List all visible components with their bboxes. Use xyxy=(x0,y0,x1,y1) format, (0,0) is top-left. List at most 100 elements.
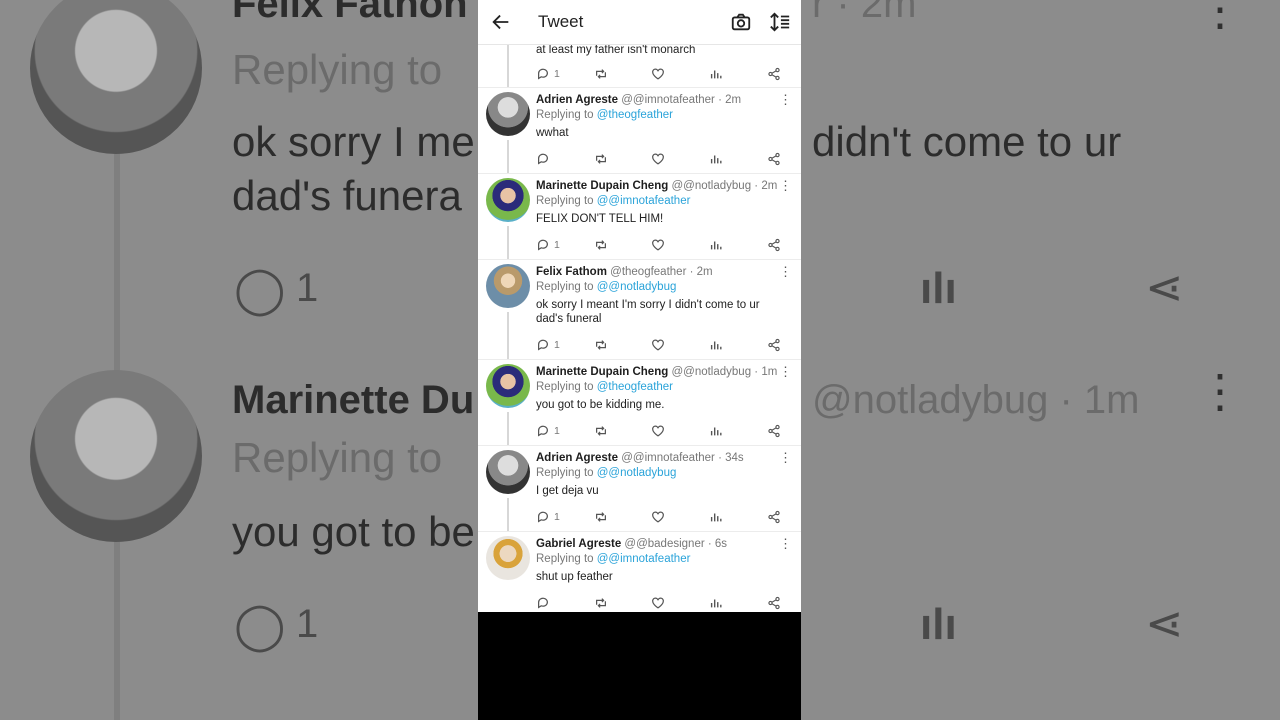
author-handle[interactable]: @@badesigner xyxy=(624,538,704,550)
tweet-1[interactable]: Adrien Agreste @@imnotafeather · 2m Repl… xyxy=(478,88,801,174)
reply-button[interactable]: 1 xyxy=(536,237,560,253)
share-button[interactable] xyxy=(767,509,781,525)
mention-link[interactable]: @@imnotafeather xyxy=(597,195,691,207)
sort-icon[interactable] xyxy=(768,11,792,33)
share-button[interactable] xyxy=(767,423,781,439)
author-name[interactable]: Marinette Dupain Cheng xyxy=(536,180,668,192)
retweet-icon xyxy=(596,426,606,436)
retweet-button[interactable] xyxy=(594,66,608,82)
more-options-icon[interactable]: ⋮ xyxy=(779,265,792,279)
author-handle[interactable]: @theogfeather xyxy=(610,266,686,278)
tweet-actions: 1 xyxy=(536,237,786,253)
partial-tweet[interactable]: at least my father isn't monarch 1 xyxy=(478,44,801,88)
tweet-5[interactable]: Adrien Agreste @@imnotafeather · 34s Rep… xyxy=(478,446,801,532)
share-button[interactable] xyxy=(767,66,781,82)
replying-to: Replying to @theogfeather xyxy=(536,380,787,394)
author-handle[interactable]: @@imnotafeather xyxy=(621,452,715,464)
share-icon xyxy=(768,596,780,610)
author-name[interactable]: Adrien Agreste xyxy=(536,452,618,464)
bg-name: Felix Fathon xyxy=(232,0,468,26)
share-icon xyxy=(768,152,780,166)
reply-button[interactable]: 1 xyxy=(536,423,560,439)
more-options-icon[interactable]: ⋮ xyxy=(779,93,792,107)
reply-button[interactable]: 1 xyxy=(536,509,560,525)
avatar[interactable] xyxy=(486,364,530,408)
stats-button[interactable] xyxy=(709,151,723,167)
avatar[interactable] xyxy=(486,92,530,136)
tweet-header: Marinette Dupain Cheng @@notladybug · 2m xyxy=(536,179,787,193)
mention-link[interactable]: @@imnotafeather xyxy=(597,553,691,565)
avatar[interactable] xyxy=(486,450,530,494)
stats-button[interactable] xyxy=(709,595,723,611)
heart-icon xyxy=(652,339,664,351)
stats-button[interactable] xyxy=(709,237,723,253)
page-title: Tweet xyxy=(538,12,584,31)
reply-button[interactable] xyxy=(536,151,554,167)
author-handle[interactable]: @@imnotafeather xyxy=(621,94,715,106)
like-button[interactable] xyxy=(651,509,665,525)
avatar[interactable] xyxy=(486,178,530,222)
mention-link[interactable]: @@notladybug xyxy=(597,467,677,479)
camera-icon[interactable] xyxy=(730,11,752,33)
bg-count: 1 xyxy=(296,602,319,646)
share-icon xyxy=(768,67,780,81)
tweet-6[interactable]: Gabriel Agreste @@badesigner · 6s Replyi… xyxy=(478,532,801,612)
author-handle[interactable]: @@notladybug xyxy=(671,180,751,192)
avatar[interactable] xyxy=(486,264,530,308)
reply-button[interactable]: 1 xyxy=(536,337,560,353)
like-button[interactable] xyxy=(651,423,665,439)
stats-button[interactable] xyxy=(709,66,723,82)
more-options-icon[interactable]: ⋮ xyxy=(779,537,792,551)
author-handle[interactable]: @@notladybug xyxy=(671,366,751,378)
reply-count: 1 xyxy=(554,239,560,251)
bg-stats-icon: ılı xyxy=(920,264,957,313)
like-button[interactable] xyxy=(651,237,665,253)
tweet-3[interactable]: Felix Fathom @theogfeather · 2m Replying… xyxy=(478,260,801,360)
author-name[interactable]: Marinette Dupain Cheng xyxy=(536,366,668,378)
share-button[interactable] xyxy=(767,337,781,353)
stats-button[interactable] xyxy=(709,337,723,353)
retweet-button[interactable] xyxy=(594,423,608,439)
more-options-icon[interactable]: ⋮ xyxy=(779,365,792,379)
mention-link[interactable]: @@notladybug xyxy=(597,281,677,293)
author-name[interactable]: Adrien Agreste xyxy=(536,94,618,106)
share-button[interactable] xyxy=(767,237,781,253)
retweet-button[interactable] xyxy=(594,509,608,525)
like-button[interactable] xyxy=(651,66,665,82)
mention-link[interactable]: @theogfeather xyxy=(597,109,673,121)
back-arrow-icon[interactable] xyxy=(490,11,512,33)
thread-line xyxy=(507,312,509,359)
share-button[interactable] xyxy=(767,151,781,167)
tweet-text: wwhat xyxy=(536,127,569,139)
stats-icon xyxy=(710,427,722,436)
reply-icon xyxy=(538,425,548,437)
avatar[interactable] xyxy=(486,536,530,580)
retweet-button[interactable] xyxy=(594,337,608,353)
more-options-icon[interactable]: ⋮ xyxy=(779,451,792,465)
stats-icon xyxy=(710,513,722,522)
like-button[interactable] xyxy=(651,595,665,611)
heart-icon xyxy=(652,597,664,609)
tweet-2[interactable]: Marinette Dupain Cheng @@notladybug · 2m… xyxy=(478,174,801,260)
reply-button[interactable]: 1 xyxy=(536,66,560,82)
replying-to: Replying to @@notladybug xyxy=(536,280,787,294)
author-name[interactable]: Felix Fathom xyxy=(536,266,607,278)
retweet-button[interactable] xyxy=(594,237,608,253)
author-name[interactable]: Gabriel Agreste xyxy=(536,538,621,550)
replying-to-label: Replying to xyxy=(536,281,594,293)
reply-button[interactable] xyxy=(536,595,554,611)
like-button[interactable] xyxy=(651,151,665,167)
stats-button[interactable] xyxy=(709,423,723,439)
stats-button[interactable] xyxy=(709,509,723,525)
share-button[interactable] xyxy=(767,595,781,611)
app-screen: Tweet at least my father isn't monarch 1 xyxy=(478,0,801,612)
bg-count: 1 xyxy=(296,266,319,310)
more-options-icon[interactable]: ⋮ xyxy=(779,179,792,193)
like-button[interactable] xyxy=(651,337,665,353)
bg-reply: Replying to xyxy=(232,46,443,93)
retweet-button[interactable] xyxy=(594,595,608,611)
mention-link[interactable]: @theogfeather xyxy=(597,381,673,393)
tweet-4[interactable]: Marinette Dupain Cheng @@notladybug · 1m… xyxy=(478,360,801,446)
retweet-button[interactable] xyxy=(594,151,608,167)
tweet-text: at least my father isn't monarch xyxy=(536,44,696,56)
